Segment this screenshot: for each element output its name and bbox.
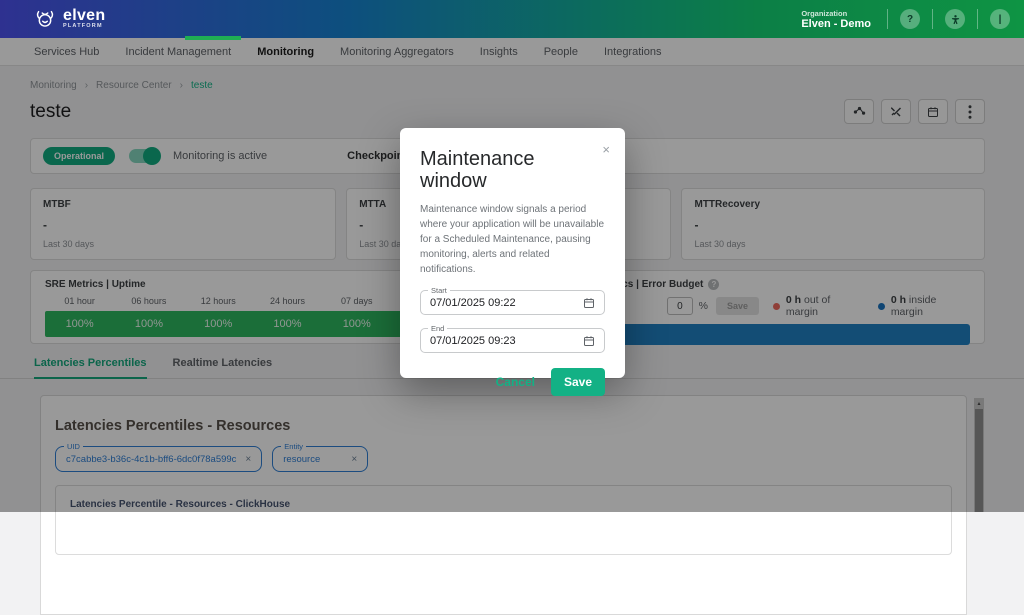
save-button[interactable]: Save: [551, 368, 605, 396]
organization-info: Organization Elven - Demo: [801, 9, 871, 30]
close-icon[interactable]: ×: [602, 143, 610, 156]
start-datetime-value[interactable]: 07/01/2025 09:22: [430, 297, 516, 309]
header-divider: [932, 9, 933, 29]
logo-subtext: PLATFORM: [63, 23, 105, 29]
modal-title: Maintenance window: [420, 148, 605, 192]
logo-text: elven: [63, 9, 105, 23]
field-label: End: [428, 324, 447, 333]
elven-logo[interactable]: elven PLATFORM: [34, 8, 105, 30]
header-divider: [887, 9, 888, 29]
elven-mascot-icon: [34, 8, 56, 30]
accessibility-icon[interactable]: [945, 9, 965, 29]
active-tab-indicator: [185, 36, 241, 40]
start-datetime-field[interactable]: Start 07/01/2025 09:22: [420, 290, 605, 315]
field-label: Start: [428, 286, 450, 295]
cancel-button[interactable]: Cancel: [496, 375, 535, 389]
app-header: elven PLATFORM Organization Elven - Demo…: [0, 0, 1024, 38]
maintenance-window-modal: × Maintenance window Maintenance window …: [400, 128, 625, 378]
organization-name: Elven - Demo: [801, 18, 871, 30]
calendar-icon[interactable]: [583, 335, 595, 347]
calendar-icon[interactable]: [583, 297, 595, 309]
end-datetime-field[interactable]: End 07/01/2025 09:23: [420, 328, 605, 353]
modal-description: Maintenance window signals a period wher…: [420, 202, 605, 277]
help-icon[interactable]: ?: [900, 9, 920, 29]
power-icon[interactable]: |: [990, 9, 1010, 29]
end-datetime-value[interactable]: 07/01/2025 09:23: [430, 335, 516, 347]
organization-label: Organization: [801, 9, 871, 18]
header-divider: [977, 9, 978, 29]
